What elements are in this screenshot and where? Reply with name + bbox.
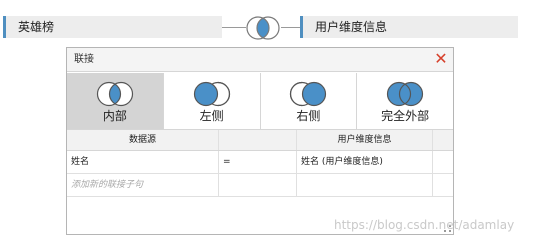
right-table-pill[interactable]: 用户维度信息 [300, 16, 518, 38]
grid-header-spacer [433, 130, 453, 150]
left-table-pill[interactable]: 英雄榜 [3, 16, 222, 38]
full-outer-join-icon [387, 81, 424, 107]
watermark-text: https://blog.csdn.net/adamlay [334, 218, 515, 232]
inner-join-indicator-icon[interactable] [245, 15, 281, 41]
join-type-selector: 内部 左侧 右侧 完全外部 [67, 73, 453, 130]
inner-join-icon [96, 81, 133, 107]
close-icon[interactable]: ✕ [433, 51, 449, 67]
grid-header-operator [219, 130, 297, 150]
join-type-full-outer-button[interactable]: 完全外部 [357, 73, 453, 129]
left-join-icon [193, 81, 230, 107]
add-clause-spacer [433, 174, 453, 196]
grid-header-datasource: 数据源 [67, 130, 219, 150]
join-type-right-label: 右侧 [296, 109, 321, 123]
join-type-left-label: 左侧 [199, 109, 224, 123]
add-clause-row[interactable]: 添加新的联接子句 [67, 174, 453, 197]
connector-line-left [222, 27, 246, 28]
join-type-inner-button[interactable]: 内部 [67, 73, 164, 129]
right-join-icon [290, 81, 327, 107]
join-type-left-button[interactable]: 左侧 [164, 73, 261, 129]
left-table-label: 英雄榜 [18, 20, 55, 34]
grid-header-right-table: 用户维度信息 [297, 130, 433, 150]
clause-row-spacer [433, 151, 453, 173]
right-table-label: 用户维度信息 [315, 20, 388, 34]
clause-right-field[interactable]: 姓名 (用户维度信息) [297, 151, 433, 173]
connector-line-right [281, 27, 300, 28]
clause-left-field[interactable]: 姓名 [67, 151, 219, 173]
clause-operator[interactable]: = [219, 151, 297, 173]
join-type-full-outer-label: 完全外部 [381, 109, 430, 123]
add-clause-right-cell [297, 174, 433, 196]
join-clause-row[interactable]: 姓名 = 姓名 (用户维度信息) [67, 151, 453, 174]
dialog-title: 联接 [74, 54, 94, 65]
grid-header-row: 数据源 用户维度信息 [67, 130, 453, 151]
join-type-inner-label: 内部 [102, 109, 127, 123]
join-clause-grid: 数据源 用户维度信息 姓名 = 姓名 (用户维度信息) 添加新的联接子句 [67, 130, 453, 197]
add-clause-placeholder[interactable]: 添加新的联接子句 [67, 174, 219, 196]
dialog-titlebar: 联接 ✕ [67, 48, 453, 72]
join-dialog: 联接 ✕ 内部 左侧 右侧 完全外部 数据源 用户维度信息 姓名 = 姓名 (用… [66, 47, 454, 235]
join-type-right-button[interactable]: 右侧 [261, 73, 358, 129]
add-clause-operator-cell [219, 174, 297, 196]
